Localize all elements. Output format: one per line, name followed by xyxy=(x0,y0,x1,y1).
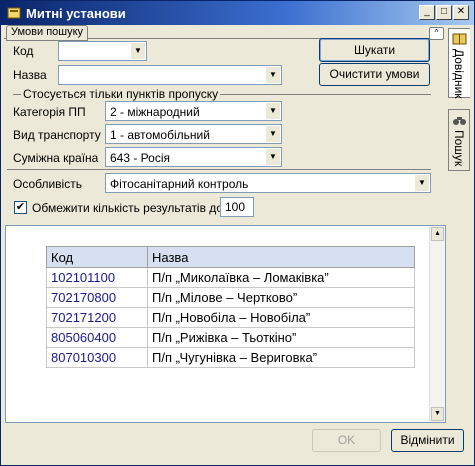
table-row[interactable]: 807010300 П/п „Чугунівка – Вериговка” xyxy=(46,347,415,368)
row-code[interactable]: 805060400 xyxy=(46,327,148,348)
limit-label: Обмежити кількість результатів до: xyxy=(32,201,227,215)
feature-divider xyxy=(7,169,431,170)
tab-directory-label: Довідник xyxy=(452,49,466,99)
chevron-down-icon[interactable]: ▼ xyxy=(266,149,280,165)
maximize-button[interactable]: □ xyxy=(436,5,452,20)
code-combo[interactable]: ▼ xyxy=(58,41,147,61)
feature-combo[interactable]: Фітосанітарний контроль ▼ xyxy=(105,173,431,193)
chevron-down-icon[interactable]: ▼ xyxy=(131,43,145,59)
name-label: Назва xyxy=(13,68,47,82)
chevron-down-icon[interactable]: ▼ xyxy=(266,103,280,119)
column-code-header[interactable]: Код xyxy=(46,246,148,268)
tab-directory[interactable]: Довідник xyxy=(448,28,470,99)
scroll-up-icon[interactable]: ▲ xyxy=(431,227,444,241)
chevron-down-icon[interactable]: ▼ xyxy=(415,175,429,191)
limit-checkbox[interactable]: ✔ xyxy=(14,201,27,214)
app-icon xyxy=(7,7,21,19)
feature-label: Особливість xyxy=(13,177,82,191)
row-name[interactable]: П/п „Мілове – Чертково” xyxy=(147,287,415,308)
country-label: Суміжна країна xyxy=(13,151,99,165)
close-button[interactable]: ✕ xyxy=(453,5,469,20)
vertical-scrollbar[interactable]: ▲ ▼ xyxy=(429,226,445,422)
chevron-down-icon[interactable]: ▼ xyxy=(266,67,280,83)
transport-label: Вид транспорту xyxy=(13,128,101,142)
chevron-down-icon[interactable]: ▼ xyxy=(266,126,280,142)
limit-input[interactable]: 100 xyxy=(220,197,254,217)
category-label: Категорія ПП xyxy=(13,105,86,119)
ok-button[interactable]: OK xyxy=(312,429,381,452)
column-name-header[interactable]: Назва xyxy=(147,246,415,268)
category-combo[interactable]: 2 - міжнародний ▼ xyxy=(105,101,282,121)
name-combo[interactable]: ▼ xyxy=(58,65,282,85)
table-row[interactable]: 702170800 П/п „Мілове – Чертково” xyxy=(46,287,415,308)
search-conditions-tab[interactable]: Умови пошуку xyxy=(6,25,89,41)
row-name[interactable]: П/п „Рижівка – Тьоткіно” xyxy=(147,327,415,348)
row-code[interactable]: 702170800 xyxy=(46,287,148,308)
code-label: Код xyxy=(13,44,34,58)
section-title: Стосується тільки пунктів пропуску xyxy=(21,87,221,101)
window-title: Митні установи xyxy=(26,6,126,21)
search-button[interactable]: Шукати xyxy=(319,38,430,62)
table-header-row: Код Назва xyxy=(46,246,415,268)
cancel-button[interactable]: Відмінити xyxy=(391,429,464,452)
country-combo[interactable]: 643 - Росія ▼ xyxy=(105,147,282,167)
binoculars-icon xyxy=(453,117,466,125)
table-row[interactable]: 805060400 П/п „Рижівка – Тьоткіно” xyxy=(46,327,415,348)
row-name[interactable]: П/п „Миколаївка – Ломаківка” xyxy=(147,267,415,288)
tab-search-label: Пошук xyxy=(452,130,466,167)
table-row[interactable]: 102101100 П/п „Миколаївка – Ломаківка” xyxy=(46,267,415,288)
tab-search[interactable]: Пошук xyxy=(448,109,470,171)
title-bar: Митні установи _ □ ✕ xyxy=(1,1,474,25)
customs-offices-window: Митні установи _ □ ✕ Умови пошуку ^ Код … xyxy=(0,0,475,466)
row-name[interactable]: П/п „Новобіла – Новобіла” xyxy=(147,307,415,328)
row-code[interactable]: 702171200 xyxy=(46,307,148,328)
results-table: Код Назва 102101100 П/п „Миколаївка – Ло… xyxy=(46,246,415,368)
book-icon xyxy=(452,33,467,45)
minimize-button[interactable]: _ xyxy=(419,5,435,20)
clear-conditions-button[interactable]: Очистити умови xyxy=(319,63,430,86)
row-code[interactable]: 807010300 xyxy=(46,347,148,368)
row-name[interactable]: П/п „Чугунівка – Вериговка” xyxy=(147,347,415,368)
collapse-icon[interactable]: ^ xyxy=(429,27,444,40)
table-row[interactable]: 702171200 П/п „Новобіла – Новобіла” xyxy=(46,307,415,328)
results-panel: Код Назва 102101100 П/п „Миколаївка – Ло… xyxy=(5,225,446,423)
row-code[interactable]: 102101100 xyxy=(46,267,148,288)
scroll-down-icon[interactable]: ▼ xyxy=(431,407,444,421)
transport-combo[interactable]: 1 - автомобільний ▼ xyxy=(105,124,282,144)
